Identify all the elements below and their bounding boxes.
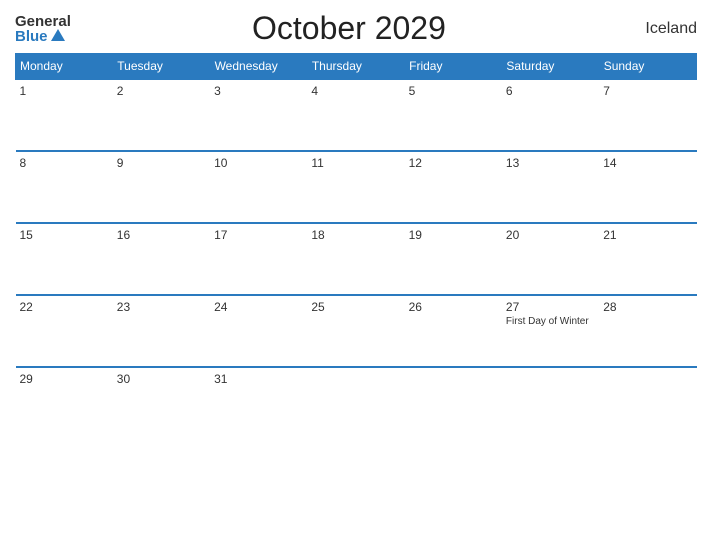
- day-cell: 22: [16, 295, 113, 367]
- day-cell: 28: [599, 295, 696, 367]
- day-cell: 4: [307, 79, 404, 151]
- day-cell: 18: [307, 223, 404, 295]
- day-cell: 20: [502, 223, 599, 295]
- calendar-page: General Blue October 2029 Iceland Monday…: [0, 0, 712, 550]
- header-saturday: Saturday: [502, 54, 599, 80]
- day-cell: 29: [16, 367, 113, 439]
- logo-triangle-icon: [51, 29, 65, 41]
- day-cell: 12: [405, 151, 502, 223]
- day-cell: 14: [599, 151, 696, 223]
- day-cell-empty: [502, 367, 599, 439]
- day-cell: 15: [16, 223, 113, 295]
- country-label: Iceland: [627, 20, 697, 38]
- day-cell: 23: [113, 295, 210, 367]
- calendar-title: October 2029: [71, 10, 627, 47]
- week-row-4: 22 23 24 25 26 27 First Day of Winter 28: [16, 295, 697, 367]
- day-cell: 30: [113, 367, 210, 439]
- day-cell: 19: [405, 223, 502, 295]
- day-cell-empty: [307, 367, 404, 439]
- week-row-1: 1 2 3 4 5 6 7: [16, 79, 697, 151]
- day-cell: 24: [210, 295, 307, 367]
- week-row-3: 15 16 17 18 19 20 21: [16, 223, 697, 295]
- day-cell: 13: [502, 151, 599, 223]
- weekday-header-row: Monday Tuesday Wednesday Thursday Friday…: [16, 54, 697, 80]
- day-cell: 5: [405, 79, 502, 151]
- day-cell-empty: [599, 367, 696, 439]
- week-row-5: 29 30 31: [16, 367, 697, 439]
- week-row-2: 8 9 10 11 12 13 14: [16, 151, 697, 223]
- day-cell: 8: [16, 151, 113, 223]
- day-cell: 9: [113, 151, 210, 223]
- header-tuesday: Tuesday: [113, 54, 210, 80]
- day-cell: 7: [599, 79, 696, 151]
- calendar-header: General Blue October 2029 Iceland: [15, 10, 697, 47]
- day-cell: 6: [502, 79, 599, 151]
- day-cell: 1: [16, 79, 113, 151]
- header-monday: Monday: [16, 54, 113, 80]
- day-cell: 11: [307, 151, 404, 223]
- header-wednesday: Wednesday: [210, 54, 307, 80]
- day-cell: 31: [210, 367, 307, 439]
- header-thursday: Thursday: [307, 54, 404, 80]
- day-cell: 25: [307, 295, 404, 367]
- day-cell-empty: [405, 367, 502, 439]
- logo-blue-text: Blue: [15, 29, 65, 44]
- first-day-of-winter-event: First Day of Winter: [506, 316, 595, 327]
- day-cell: 17: [210, 223, 307, 295]
- day-cell: 21: [599, 223, 696, 295]
- day-cell: 16: [113, 223, 210, 295]
- day-cell: 10: [210, 151, 307, 223]
- day-cell: 26: [405, 295, 502, 367]
- header-sunday: Sunday: [599, 54, 696, 80]
- calendar-table: Monday Tuesday Wednesday Thursday Friday…: [15, 53, 697, 439]
- day-cell: 3: [210, 79, 307, 151]
- logo-general-text: General: [15, 14, 71, 29]
- day-cell-with-event: 27 First Day of Winter: [502, 295, 599, 367]
- header-friday: Friday: [405, 54, 502, 80]
- day-cell: 2: [113, 79, 210, 151]
- logo: General Blue: [15, 14, 71, 44]
